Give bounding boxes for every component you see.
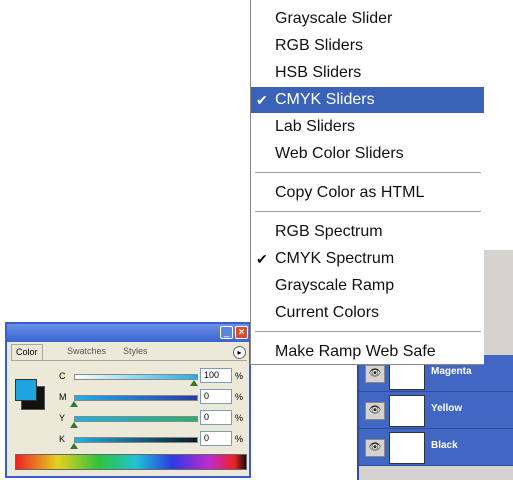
percent-unit: %	[235, 371, 244, 381]
tab-styles[interactable]: Styles	[119, 344, 152, 359]
eye-icon[interactable]: 👁	[365, 402, 385, 420]
menu-item-label: RGB Sliders	[275, 37, 364, 54]
slider-letter: C	[59, 371, 66, 381]
channel-thumbnail	[389, 395, 425, 427]
menu-item[interactable]: Web Color Sliders	[251, 141, 484, 167]
palette-menu-arrow-icon[interactable]: ▸	[233, 346, 246, 359]
channel-label: Magenta	[431, 366, 472, 377]
slider-value-field[interactable]: 0	[200, 389, 232, 404]
channel-label: Yellow	[431, 403, 463, 414]
close-icon[interactable]: ×	[235, 326, 248, 339]
slider-c: C 100%	[7, 368, 253, 391]
slider-track[interactable]	[74, 374, 198, 380]
checkmark-icon: ✔	[256, 251, 268, 267]
channel-row-black[interactable]: 👁 Black	[359, 429, 513, 466]
palette-titlebar[interactable]: _ ×	[7, 324, 249, 342]
checkmark-icon: ✔	[256, 92, 268, 108]
eye-icon[interactable]: 👁	[365, 439, 385, 457]
menu-item-label: Web Color Sliders	[275, 145, 404, 162]
menu-item[interactable]: ✔ CMYK Spectrum	[251, 246, 484, 272]
menu-item-label: Current Colors	[275, 304, 380, 321]
slider-value-field[interactable]: 100	[200, 368, 232, 383]
menu-item[interactable]: Grayscale Ramp	[251, 273, 484, 299]
menu-item[interactable]: HSB Sliders	[251, 60, 484, 86]
palette-options-menu: Grayscale Slider RGB Sliders HSB Sliders ✔ C…	[250, 0, 484, 365]
menu-item[interactable]: Make Ramp Web Safe	[251, 339, 484, 365]
menu-item[interactable]: RGB Sliders	[251, 33, 484, 59]
slider-k: K 0%	[7, 431, 253, 454]
cmyk-spectrum-bar[interactable]	[15, 454, 247, 470]
menu-item-label: CMYK Spectrum	[275, 250, 395, 267]
slider-letter: Y	[59, 413, 66, 423]
channel-label: Black	[431, 440, 458, 451]
tab-color[interactable]: Color	[11, 344, 43, 360]
slider-value-field[interactable]: 0	[200, 410, 232, 425]
menu-item[interactable]: Grayscale Slider	[251, 6, 484, 32]
eye-icon[interactable]: 👁	[365, 365, 385, 383]
menu-item-label: Grayscale Ramp	[275, 277, 395, 294]
tab-swatches[interactable]: Swatches	[63, 344, 110, 359]
palette-tabs: Color Swatches Styles	[11, 344, 247, 361]
slider-handle[interactable]	[190, 380, 198, 386]
slider-y: Y 0%	[7, 410, 253, 433]
menu-item[interactable]: RGB Spectrum	[251, 219, 484, 245]
slider-m: M 0%	[7, 389, 253, 412]
menu-item[interactable]: Lab Sliders	[251, 114, 484, 140]
minimize-icon[interactable]: _	[220, 326, 233, 339]
menu-item[interactable]: Current Colors	[251, 300, 484, 326]
percent-unit: %	[235, 413, 244, 423]
slider-letter: M	[59, 392, 67, 402]
menu-item[interactable]: ✔ CMYK Sliders	[251, 87, 484, 113]
slider-track[interactable]	[74, 395, 198, 401]
slider-value-field[interactable]: 0	[200, 431, 232, 446]
menu-item-label: Grayscale Slider	[275, 10, 393, 27]
slider-track[interactable]	[74, 437, 198, 443]
channel-thumbnail	[389, 432, 425, 464]
slider-handle[interactable]	[70, 422, 78, 428]
slider-handle[interactable]	[70, 443, 78, 449]
channel-row-yellow[interactable]: 👁 Yellow	[359, 392, 513, 429]
menu-separator	[255, 331, 481, 332]
menu-item-label: CMYK Sliders	[275, 91, 375, 108]
menu-separator	[255, 172, 481, 173]
percent-unit: %	[235, 392, 244, 402]
color-palette: _ × Color Swatches Styles ▸ C 100% M 0% Y 0% K…	[5, 322, 251, 478]
menu-item-label: HSB Sliders	[275, 64, 362, 81]
menu-item-label: Copy Color as HTML	[275, 184, 425, 201]
menu-item-label: Make Ramp Web Safe	[275, 343, 436, 360]
slider-letter: K	[59, 434, 66, 444]
menu-item[interactable]: Copy Color as HTML	[251, 180, 484, 206]
slider-track[interactable]	[74, 416, 198, 422]
menu-item-label: RGB Spectrum	[275, 223, 383, 240]
percent-unit: %	[235, 434, 244, 444]
menu-separator	[255, 211, 481, 212]
menu-item-label: Lab Sliders	[275, 118, 356, 135]
slider-handle[interactable]	[70, 401, 78, 407]
